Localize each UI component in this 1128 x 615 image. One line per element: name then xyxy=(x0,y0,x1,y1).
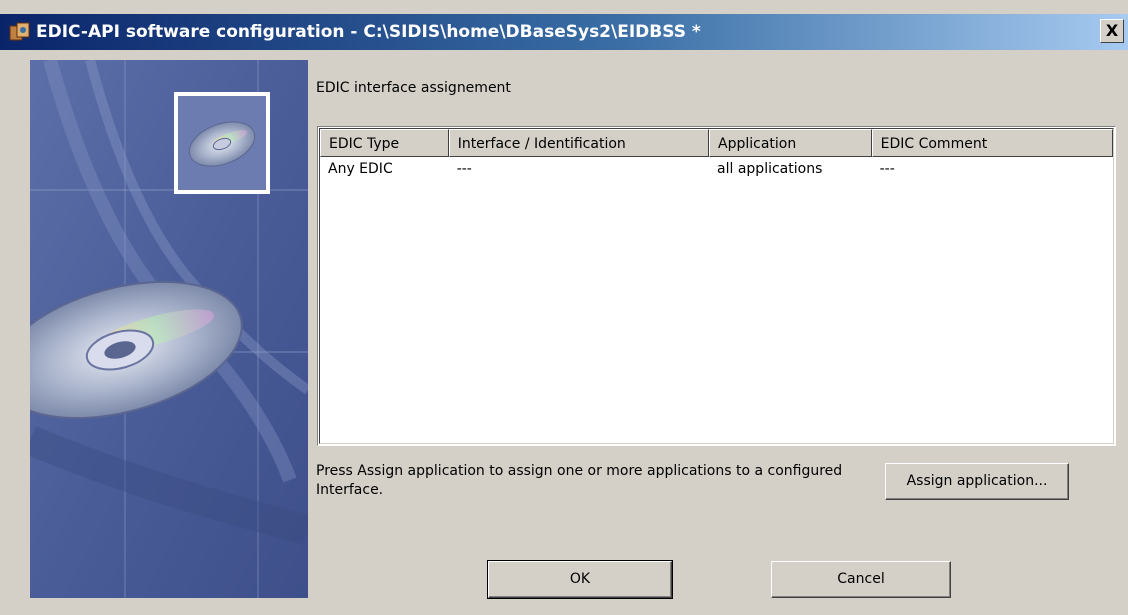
window-title: EDIC-API software configuration - C:\SID… xyxy=(36,22,701,42)
group-label: EDIC interface assignement xyxy=(316,80,511,96)
list-header: EDIC Type Interface / Identification App… xyxy=(320,129,1113,157)
title-bar[interactable]: EDIC-API software configuration - C:\SID… xyxy=(0,14,1128,50)
ok-button[interactable]: OK xyxy=(487,560,673,599)
cell-comment: --- xyxy=(879,161,895,177)
cell-edic-type: Any EDIC xyxy=(328,161,393,177)
cd-rom-illustration xyxy=(30,60,308,598)
dialog-window: EDIC-API software configuration - C:\SID… xyxy=(0,0,1128,615)
cell-application: all applications xyxy=(717,161,823,177)
close-button[interactable]: X xyxy=(1100,19,1124,43)
app-config-icon xyxy=(8,20,32,44)
column-header-application[interactable]: Application xyxy=(709,129,872,157)
column-header-comment[interactable]: EDIC Comment xyxy=(871,129,1113,157)
list-item[interactable]: Any EDIC --- all applications --- xyxy=(320,159,1113,181)
column-header-interface[interactable]: Interface / Identification xyxy=(448,129,710,157)
cancel-button[interactable]: Cancel xyxy=(771,561,951,598)
hint-text: Press Assign application to assign one o… xyxy=(316,463,843,498)
assignment-list[interactable]: EDIC Type Interface / Identification App… xyxy=(317,126,1116,446)
cell-interface: --- xyxy=(456,161,472,177)
assign-application-button[interactable]: Assign application... xyxy=(885,463,1069,500)
column-header-edic-type[interactable]: EDIC Type xyxy=(320,129,449,157)
